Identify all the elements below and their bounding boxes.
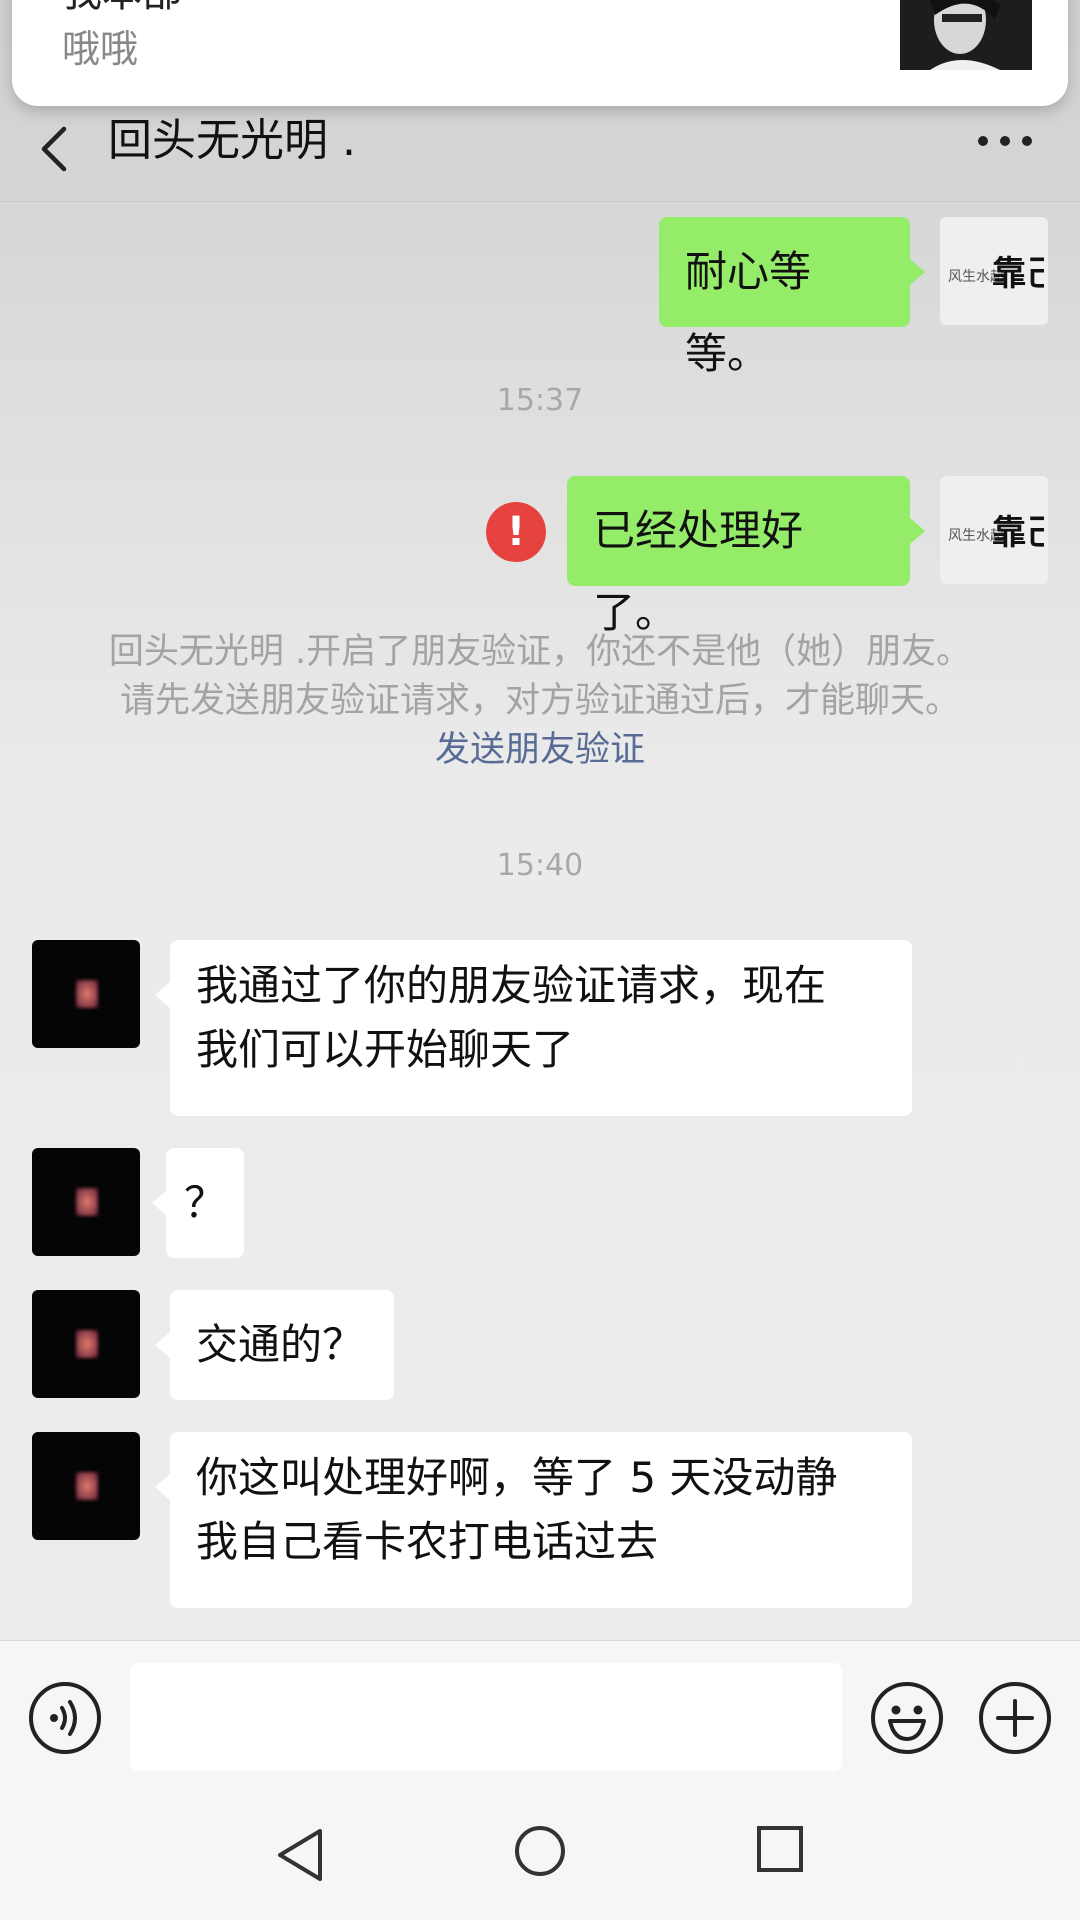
bubble-tail bbox=[155, 982, 170, 1008]
more-icon[interactable] bbox=[975, 131, 1035, 151]
bubble-tail bbox=[910, 518, 925, 544]
message-text: ？ bbox=[184, 1178, 227, 1227]
notification-banner[interactable]: 我本部 哦哦 bbox=[12, 0, 1068, 106]
bubble-tail bbox=[155, 1332, 170, 1358]
message-text: 你这叫处理好啊，等了 5 天没动静 bbox=[196, 1453, 838, 1502]
contact-avatar[interactable] bbox=[32, 1148, 140, 1256]
back-arrow-icon[interactable] bbox=[30, 119, 78, 179]
nav-home-icon[interactable] bbox=[514, 1825, 566, 1877]
system-notice: 回头无光明 .开启了朋友验证，你还不是他（她）朋友。 请先发送朋友验证请求，对方… bbox=[40, 628, 1040, 775]
message-text: 我们可以开始聊天了 bbox=[196, 1025, 575, 1074]
message-bubble-received[interactable]: 我通过了你的朋友验证请求，现在 我们可以开始聊天了 bbox=[170, 940, 912, 1116]
message-text: 交通的？ bbox=[196, 1320, 365, 1369]
bubble-tail bbox=[155, 1474, 170, 1500]
notification-message: 哦哦 bbox=[62, 27, 139, 71]
timestamp: 15:37 bbox=[496, 383, 584, 418]
notification-sender: 我本部 bbox=[62, 0, 182, 10]
svg-text:靠己: 靠己 bbox=[992, 513, 1044, 553]
voice-icon[interactable] bbox=[28, 1681, 102, 1755]
input-bar bbox=[0, 1640, 1080, 1781]
message-bubble-sent[interactable]: 耐心等等。 bbox=[659, 217, 910, 378]
bubble-tail bbox=[910, 259, 925, 285]
contact-avatar[interactable] bbox=[32, 940, 140, 1048]
chat-background bbox=[0, 0, 1080, 1640]
contact-avatar[interactable] bbox=[32, 1432, 140, 1540]
my-avatar[interactable]: 风生水起 靠己 bbox=[940, 217, 1048, 325]
my-avatar[interactable]: 风生水起 靠己 bbox=[940, 476, 1048, 584]
chat-header: 回头无光明 . bbox=[0, 105, 1080, 202]
message-bubble-sent[interactable]: 已经处理好了。 bbox=[567, 476, 910, 637]
error-icon[interactable]: ! bbox=[486, 502, 546, 562]
system-nav-bar bbox=[0, 1780, 1080, 1920]
send-verification-link[interactable]: 发送朋友验证 bbox=[40, 726, 1040, 775]
chat-title: 回头无光明 . bbox=[108, 115, 356, 166]
bubble-tail bbox=[152, 1190, 167, 1216]
notice-line: 回头无光明 .开启了朋友验证，你还不是他（她）朋友。 bbox=[108, 632, 972, 672]
contact-avatar[interactable] bbox=[32, 1290, 140, 1398]
message-input[interactable] bbox=[130, 1663, 842, 1771]
timestamp: 15:40 bbox=[496, 848, 584, 883]
message-text: 我通过了你的朋友验证请求，现在 bbox=[196, 961, 827, 1010]
nav-recent-icon[interactable] bbox=[756, 1825, 804, 1873]
message-bubble-received[interactable]: ？ bbox=[166, 1148, 244, 1258]
plus-icon[interactable] bbox=[978, 1681, 1052, 1755]
emoji-icon[interactable] bbox=[870, 1681, 944, 1755]
nav-back-icon[interactable] bbox=[272, 1825, 326, 1885]
message-text: 我自己看卡农打电话过去 bbox=[196, 1517, 659, 1566]
notification-avatar bbox=[900, 0, 1032, 70]
svg-text:靠己: 靠己 bbox=[992, 254, 1044, 294]
message-bubble-received[interactable]: 交通的？ bbox=[170, 1290, 394, 1400]
message-bubble-received[interactable]: 你这叫处理好啊，等了 5 天没动静 我自己看卡农打电话过去 bbox=[170, 1432, 912, 1608]
notice-line: 请先发送朋友验证请求，对方验证通过后，才能聊天。 bbox=[119, 681, 960, 721]
